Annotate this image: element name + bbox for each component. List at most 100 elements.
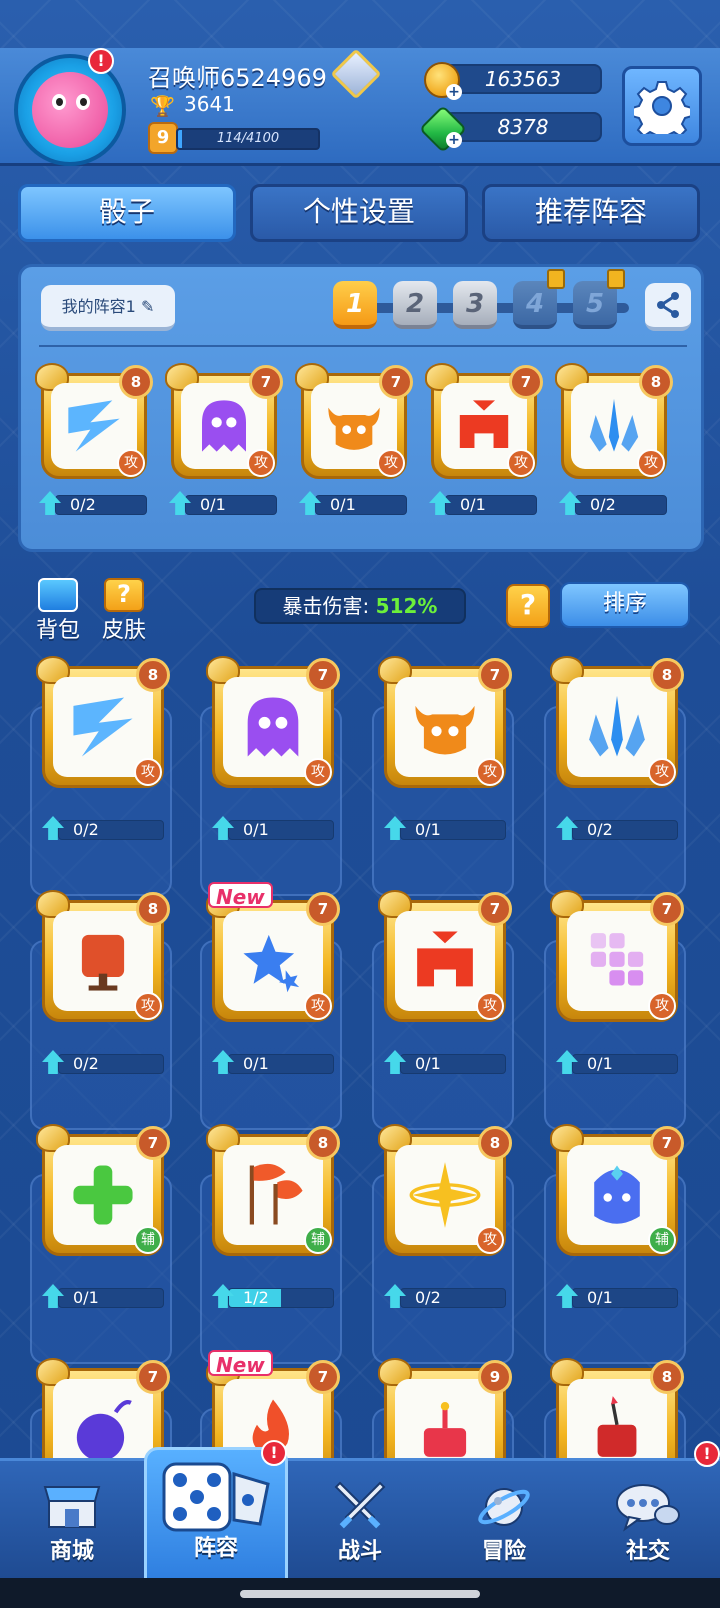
dice-card[interactable]: 7辅 <box>36 1124 170 1256</box>
shop-icon <box>43 1486 101 1528</box>
deck-slot-5[interactable]: 5 <box>573 269 625 329</box>
upgrade-progress: 0/1 <box>212 1050 334 1074</box>
dice-card[interactable]: 8攻 <box>550 656 684 788</box>
dice-level-badge: 8 <box>650 658 684 692</box>
tab-dice[interactable]: 骰子 <box>18 184 236 242</box>
new-tag: New <box>208 882 273 909</box>
gold-amount: 163563 <box>444 64 602 94</box>
nav-battle[interactable]: 战斗 <box>288 1461 432 1581</box>
upgrade-count: 0/1 <box>200 495 226 514</box>
dice-level-badge: 7 <box>249 365 283 399</box>
upgrade-count: 0/2 <box>73 820 99 839</box>
upgrade-bar: 0/1 <box>445 495 537 515</box>
bottom-navigation: 商城 阵容 ! 战斗 冒险 社交 ! <box>0 1440 720 1581</box>
nav-social[interactable]: 社交 ! <box>576 1441 720 1581</box>
dice-card[interactable]: 8攻 <box>378 1124 512 1256</box>
dice-type-badge: 辅 <box>304 1226 332 1254</box>
dice-card[interactable]: 7攻 <box>378 890 512 1022</box>
crit-damage-display: 暴击伤害: 512% <box>254 588 466 624</box>
dice-type-badge: 攻 <box>134 992 162 1020</box>
nav-adventure-label: 冒险 <box>481 1539 526 1564</box>
deck-slot-3[interactable]: 3 <box>453 281 497 329</box>
settings-button[interactable] <box>622 66 702 146</box>
add-gold-icon[interactable]: + <box>446 84 462 100</box>
upgrade-bar: 0/1 <box>228 1054 334 1074</box>
dice-card[interactable]: 7攻 <box>206 656 340 788</box>
deck-slot-2[interactable]: 2 <box>393 281 437 329</box>
deck-slot-4[interactable]: 4 <box>513 269 565 329</box>
lock-icon <box>547 269 565 289</box>
upgrade-count: 0/1 <box>243 820 269 839</box>
skin-label: 皮肤 <box>101 618 146 643</box>
upgrade-count: 0/1 <box>587 1054 613 1073</box>
upgrade-progress: 0/1 <box>556 1284 678 1308</box>
upgrade-progress: 0/2 <box>39 491 147 515</box>
upgrade-progress: 0/1 <box>384 816 506 840</box>
dice-card[interactable]: 8辅 <box>206 1124 340 1256</box>
deck-slot-1[interactable]: 1 <box>333 281 377 329</box>
dice-level-badge: 8 <box>650 1360 684 1394</box>
crit-damage-label: 暴击伤害: <box>282 594 370 618</box>
dice-type-badge: 辅 <box>648 1226 676 1254</box>
dice-card[interactable]: 7辅 <box>550 1124 684 1256</box>
rank-diamond-icon[interactable] <box>330 48 382 100</box>
gesture-bar[interactable] <box>240 1590 480 1598</box>
player-header: ! 召唤师6524969 🏆 3641 9 114/4100 163563 + … <box>0 48 720 166</box>
nav-shop[interactable]: 商城 <box>0 1461 144 1581</box>
avatar-face-icon <box>32 72 108 148</box>
dice-icon <box>162 1462 270 1532</box>
dice-card[interactable]: 8攻 <box>555 363 673 479</box>
upgrade-progress: 0/1 <box>299 491 407 515</box>
upgrade-count: 0/2 <box>587 820 613 839</box>
dice-card[interactable]: 8攻 <box>36 656 170 788</box>
swords-icon <box>334 1481 386 1529</box>
dice-card[interactable]: 7攻 <box>295 363 413 479</box>
upgrade-bar: 0/1 <box>58 1288 164 1308</box>
dice-type-badge: 攻 <box>134 758 162 786</box>
bag-button[interactable]: 背包 <box>30 578 86 643</box>
dice-card[interactable]: 7攻 <box>378 656 512 788</box>
upgrade-count: 0/1 <box>587 1288 613 1307</box>
add-gem-icon[interactable]: + <box>446 132 462 148</box>
dice-card[interactable]: 7 攻 New <box>206 882 340 1022</box>
share-button[interactable] <box>645 283 691 331</box>
dice-level-badge: 8 <box>478 1126 512 1160</box>
tab-recommended-decks[interactable]: 推荐阵容 <box>482 184 700 242</box>
upgrade-count: 1/2 <box>243 1288 269 1307</box>
sort-button[interactable]: 排序 <box>560 582 690 628</box>
dice-card[interactable]: 8攻 <box>36 890 170 1022</box>
upgrade-progress: 0/2 <box>42 1050 164 1074</box>
dice-level-badge: 8 <box>136 658 170 692</box>
avatar-eye-icon <box>52 94 66 110</box>
upgrade-count: 0/2 <box>70 495 96 514</box>
dice-card[interactable]: 7攻 <box>550 890 684 1022</box>
deck-name-button[interactable]: 我的阵容1 ✎ <box>41 285 175 331</box>
xp-text: 114/4100 <box>216 131 280 146</box>
crit-damage-value: 512% <box>375 594 438 618</box>
avatar-alert-badge: ! <box>88 48 114 74</box>
skin-button[interactable]: ? 皮肤 <box>96 578 152 643</box>
dice-type-badge: 攻 <box>117 449 145 477</box>
dice-level-badge: 7 <box>306 658 340 692</box>
dice-type-badge: 攻 <box>507 449 535 477</box>
upgrade-bar: 0/1 <box>400 1054 506 1074</box>
nav-adventure[interactable]: 冒险 <box>432 1461 576 1581</box>
dice-card[interactable]: 8攻 <box>35 363 153 479</box>
upgrade-progress: 0/2 <box>384 1284 506 1308</box>
dice-card[interactable]: 7攻 <box>425 363 543 479</box>
upgrade-progress: 0/2 <box>556 816 678 840</box>
tab-customize[interactable]: 个性设置 <box>250 184 468 242</box>
nav-deck[interactable]: 阵容 ! <box>144 1440 288 1581</box>
nav-deck-alert-badge: ! <box>261 1440 287 1466</box>
upgrade-progress: 1/2 <box>212 1284 334 1308</box>
nav-deck-label: 阵容 <box>193 1536 238 1561</box>
edit-pencil-icon: ✎ <box>140 297 155 316</box>
help-button[interactable]: ? <box>506 584 550 628</box>
dice-card[interactable]: 7攻 <box>165 363 283 479</box>
deck-divider <box>39 345 687 347</box>
upgrade-count: 0/1 <box>243 1054 269 1073</box>
upgrade-progress: 0/1 <box>556 1050 678 1074</box>
upgrade-bar: 0/1 <box>185 495 277 515</box>
upgrade-bar: 0/2 <box>55 495 147 515</box>
upgrade-count: 0/2 <box>415 1288 441 1307</box>
